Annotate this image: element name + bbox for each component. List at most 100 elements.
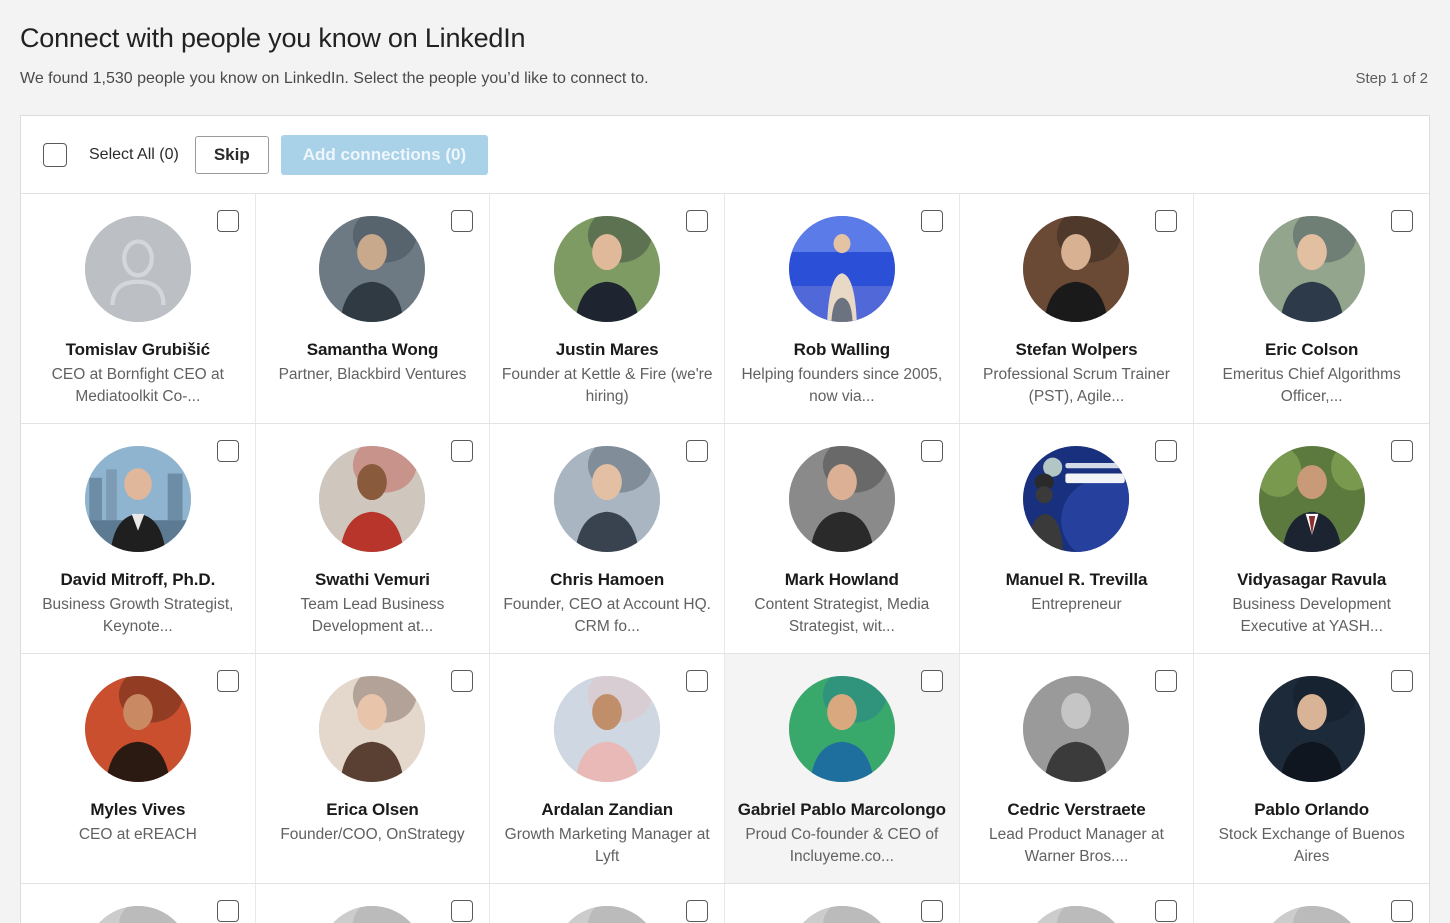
- people-grid: Tomislav Grubišić CEO at Bornfight CEO at…: [21, 194, 1429, 923]
- avatar: [84, 676, 191, 782]
- person-headline: Team Lead Business Development at...: [300, 596, 445, 635]
- page-subtitle: We found 1,530 people you know on Linked…: [20, 70, 649, 87]
- person-select-checkbox[interactable]: [686, 670, 708, 692]
- person-card[interactable]: Vidyasagar Ravula Business Development Ex…: [1194, 424, 1429, 654]
- subtitle-row: We found 1,530 people you know on Linked…: [20, 68, 1430, 90]
- person-select-checkbox[interactable]: [451, 900, 474, 922]
- skip-button[interactable]: Skip: [194, 135, 269, 174]
- avatar: [319, 906, 426, 923]
- person-select-checkbox[interactable]: [1391, 670, 1413, 692]
- person-card[interactable]: Chris Hamoen Founder, CEO at Account HQ. …: [490, 424, 725, 654]
- connect-people-page: Connect with people you know on LinkedIn…: [0, 0, 1450, 923]
- person-headline: Growth Marketing Manager at Lyft: [504, 826, 710, 865]
- person-headline: Founder at Kettle & Fire (we're hiring): [501, 366, 713, 405]
- avatar: [554, 676, 661, 782]
- person-select-checkbox[interactable]: [1155, 670, 1178, 692]
- person-select-checkbox[interactable]: [451, 440, 474, 462]
- person-name: Tomislav Grubišić: [65, 340, 211, 359]
- person-select-checkbox[interactable]: [1155, 210, 1178, 232]
- person-select-checkbox[interactable]: [451, 210, 474, 232]
- person-select-checkbox[interactable]: [1391, 900, 1413, 922]
- person-headline: Proud Co-founder & CEO of Incluyeme.co..…: [745, 826, 939, 865]
- person-card[interactable]: Erica Olsen Founder/COO, OnStrategy: [255, 654, 491, 884]
- person-card[interactable]: David Mitroff, Ph.D. Business Growth Stra…: [21, 424, 256, 654]
- person-card[interactable]: Samantha Wong Partner, Blackbird Ventures: [255, 194, 491, 424]
- person-headline: CEO at Bornfight CEO at Mediatoolkit Co-…: [51, 366, 224, 405]
- avatar: [319, 676, 426, 782]
- person-card[interactable]: [490, 884, 725, 923]
- person-select-checkbox[interactable]: [216, 900, 239, 922]
- person-name: Rob Walling: [793, 340, 891, 359]
- person-select-checkbox[interactable]: [686, 210, 708, 232]
- person-card[interactable]: Mark Howland Content Strategist, Media St…: [725, 424, 960, 654]
- person-select-checkbox[interactable]: [216, 440, 239, 462]
- person-card[interactable]: Swathi Vemuri Team Lead Business Developm…: [255, 424, 491, 654]
- person-card[interactable]: Gabriel Pablo Marcolongo Proud Co-founder…: [725, 654, 960, 884]
- placeholder-person-icon: [84, 216, 191, 322]
- person-headline: Business Growth Strategist, Keynote...: [42, 596, 234, 635]
- avatar: [84, 446, 191, 552]
- selection-toolbar: Select All (0) Skip Add connections (0): [21, 116, 1429, 194]
- person-select-checkbox[interactable]: [920, 440, 943, 462]
- person-headline: CEO at eREACH: [78, 826, 197, 843]
- person-headline: Lead Product Manager at Warner Bros....: [989, 826, 1164, 865]
- person-select-checkbox[interactable]: [920, 210, 943, 232]
- avatar: [1258, 446, 1365, 552]
- person-select-checkbox[interactable]: [1391, 210, 1413, 232]
- avatar: [554, 906, 661, 923]
- avatar: [84, 906, 191, 923]
- person-card[interactable]: Pablo Orlando Stock Exchange of Buenos Ai…: [1194, 654, 1429, 884]
- avatar: [319, 446, 426, 552]
- person-name: Manuel R. Trevilla: [1005, 570, 1148, 589]
- person-headline: Founder, CEO at Account HQ. CRM fo...: [503, 596, 711, 635]
- person-headline: Business Development Executive at YASH..…: [1232, 596, 1391, 635]
- person-select-checkbox[interactable]: [1155, 440, 1178, 462]
- person-name: Vidyasagar Ravula: [1237, 570, 1387, 589]
- add-connections-button[interactable]: Add connections (0): [280, 134, 489, 175]
- person-card[interactable]: Justin Mares Founder at Kettle & Fire (we…: [490, 194, 725, 424]
- person-select-checkbox[interactable]: [920, 670, 943, 692]
- person-name: Justin Mares: [555, 340, 659, 359]
- person-card[interactable]: [1194, 884, 1429, 923]
- person-card[interactable]: [21, 884, 256, 923]
- avatar: [788, 906, 895, 923]
- person-headline: Founder/COO, OnStrategy: [280, 826, 465, 843]
- person-card[interactable]: [255, 884, 491, 923]
- person-card[interactable]: [725, 884, 960, 923]
- person-card[interactable]: Eric Colson Emeritus Chief Algorithms Off…: [1194, 194, 1429, 424]
- person-card[interactable]: Tomislav Grubišić CEO at Bornfight CEO at…: [21, 194, 256, 424]
- person-headline: Professional Scrum Trainer (PST), Agile.…: [983, 366, 1170, 405]
- person-headline: Emeritus Chief Algorithms Officer,...: [1222, 366, 1401, 405]
- person-card[interactable]: Rob Walling Helping founders since 2005, …: [725, 194, 960, 424]
- person-card[interactable]: Manuel R. Trevilla Entrepreneur: [959, 424, 1195, 654]
- person-card[interactable]: Myles Vives CEO at eREACH: [21, 654, 256, 884]
- person-select-checkbox[interactable]: [216, 670, 239, 692]
- person-name: Chris Hamoen: [550, 570, 665, 589]
- person-select-checkbox[interactable]: [686, 440, 708, 462]
- person-select-checkbox[interactable]: [686, 900, 708, 922]
- person-name: Swathi Vemuri: [315, 570, 430, 589]
- avatar: [319, 216, 426, 322]
- avatar: [788, 446, 895, 552]
- person-name: Eric Colson: [1264, 340, 1359, 359]
- page-title: Connect with people you know on LinkedIn: [20, 23, 526, 53]
- person-select-checkbox[interactable]: [920, 900, 943, 922]
- person-card[interactable]: [959, 884, 1195, 923]
- people-panel: Select All (0) Skip Add connections (0) …: [20, 115, 1430, 923]
- person-select-checkbox[interactable]: [216, 210, 239, 232]
- person-headline: Helping founders since 2005, now via...: [741, 366, 943, 405]
- avatar: [1258, 676, 1365, 782]
- person-name: Samantha Wong: [306, 340, 439, 359]
- person-select-checkbox[interactable]: [1391, 440, 1413, 462]
- person-name: Ardalan Zandian: [541, 800, 673, 819]
- page-header: Connect with people you know on LinkedIn…: [0, 0, 1450, 90]
- person-select-checkbox[interactable]: [451, 670, 474, 692]
- avatar: [788, 676, 895, 782]
- person-card[interactable]: Ardalan Zandian Growth Marketing Manager …: [490, 654, 725, 884]
- select-all-checkbox[interactable]: [43, 142, 67, 167]
- person-card[interactable]: Cedric Verstraete Lead Product Manager at…: [959, 654, 1195, 884]
- person-name: Pablo Orlando: [1254, 800, 1370, 819]
- person-card[interactable]: Stefan Wolpers Professional Scrum Trainer…: [959, 194, 1195, 424]
- person-select-checkbox[interactable]: [1155, 900, 1178, 922]
- select-all-label: Select All (0): [89, 145, 179, 163]
